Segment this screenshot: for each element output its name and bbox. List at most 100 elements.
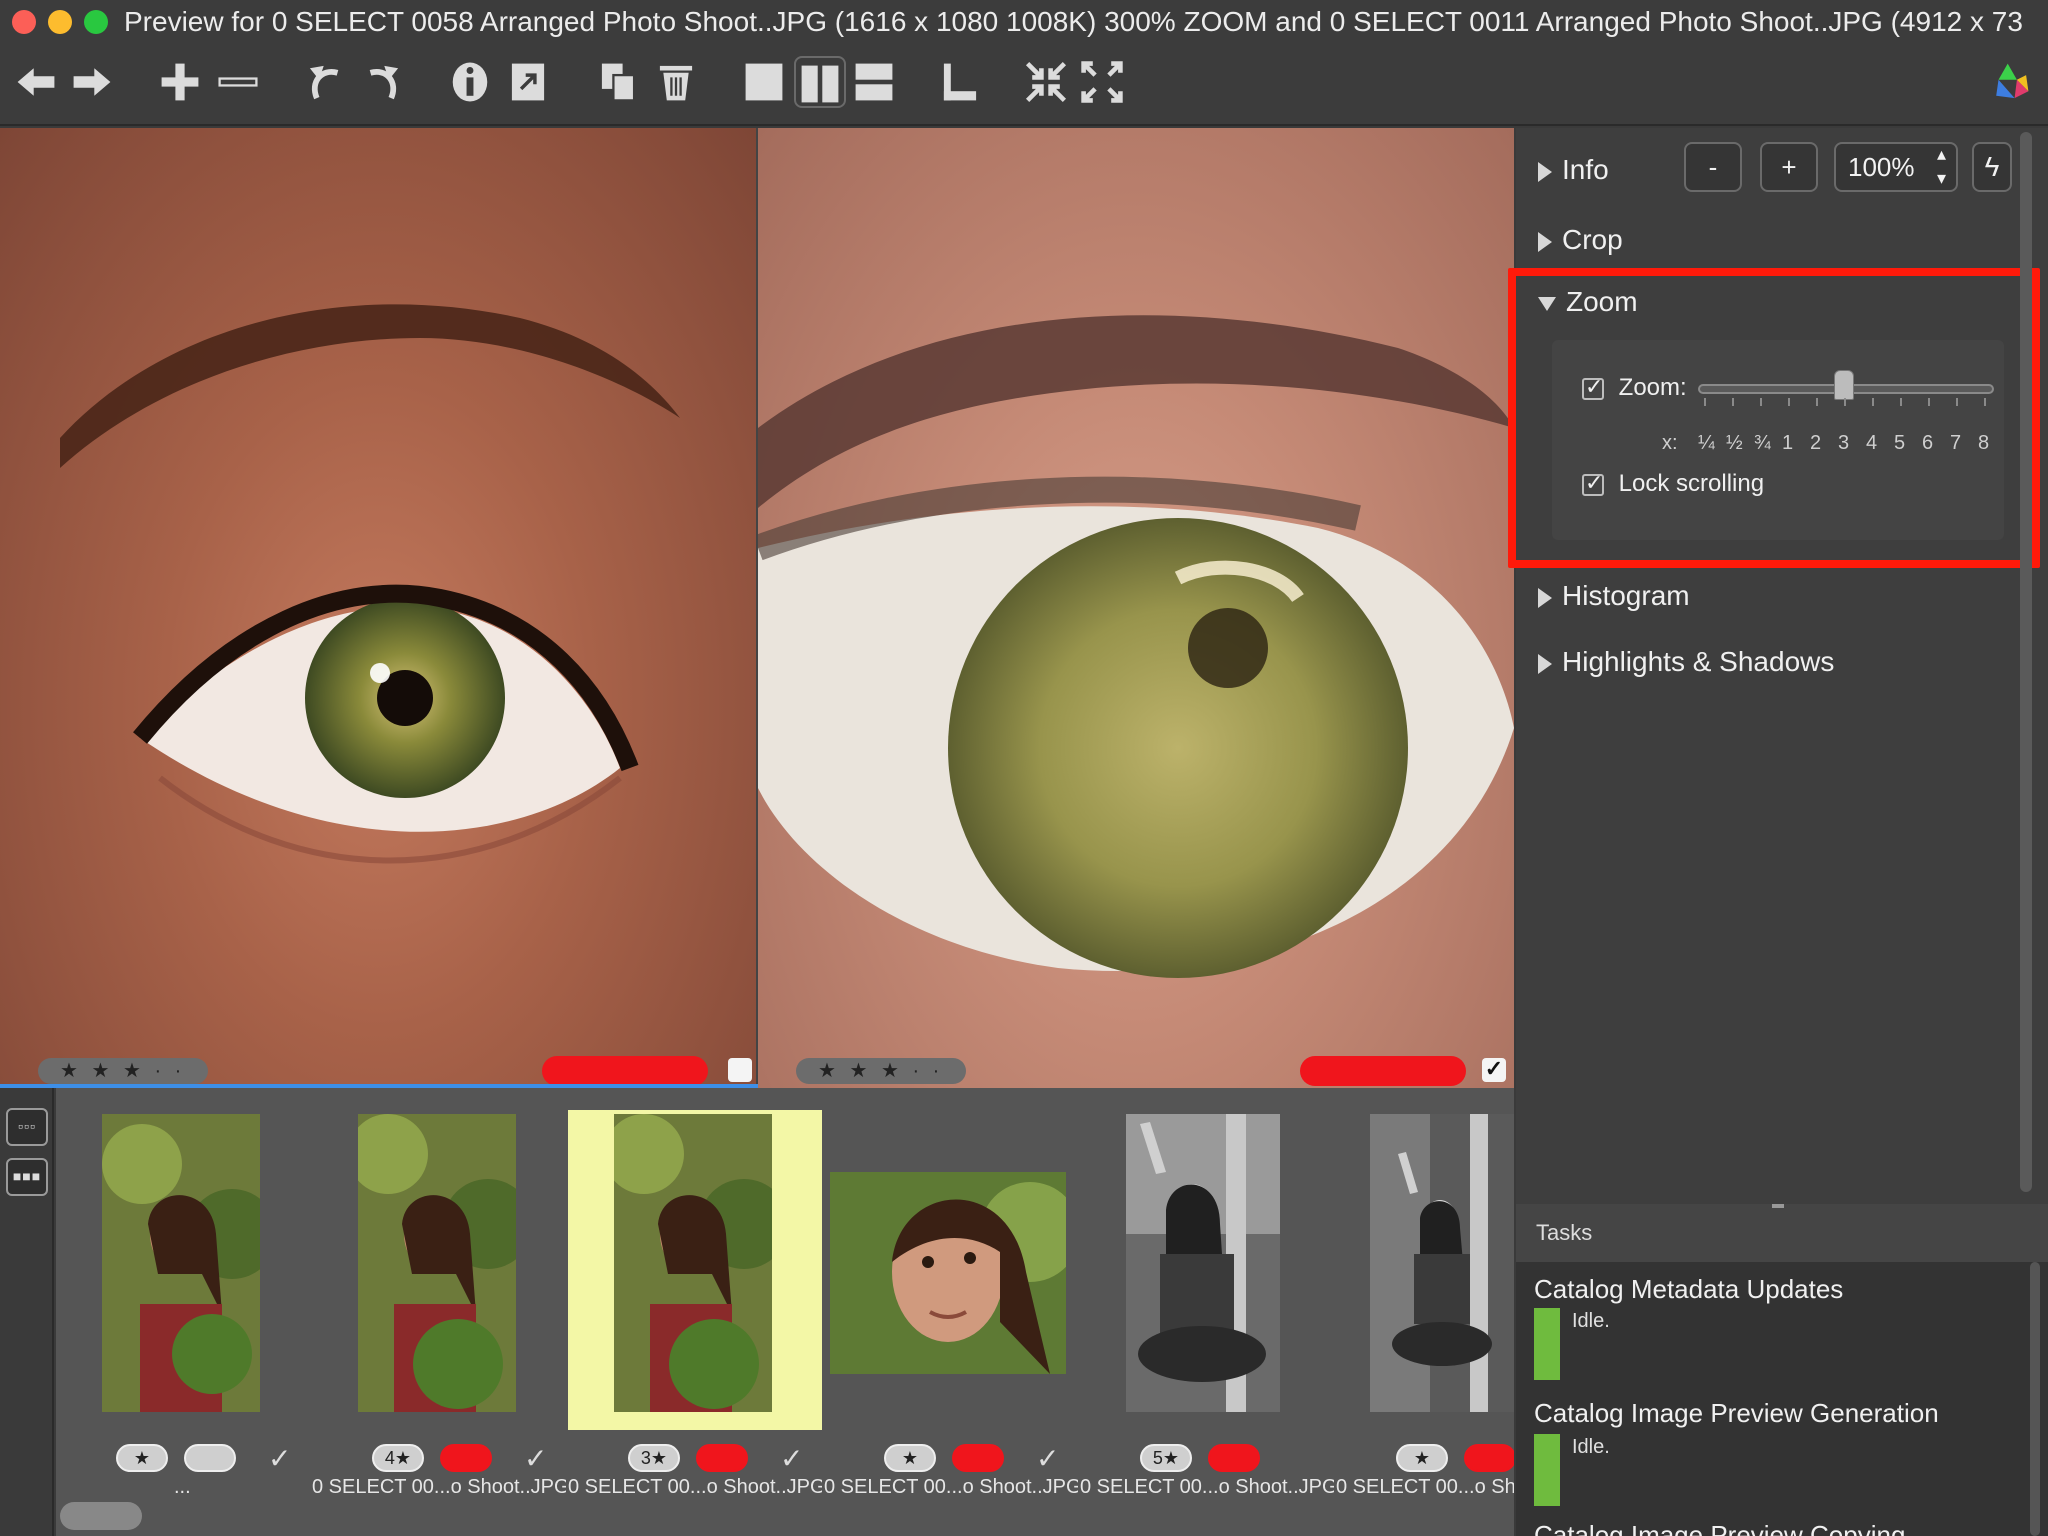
thumb-filename: 0 SELECT 00...o Shoot..JPG: [312, 1476, 566, 1498]
label-pill[interactable]: [440, 1444, 492, 1472]
thumbnail-image[interactable]: [830, 1172, 1066, 1374]
thumbnail-image[interactable]: [102, 1114, 260, 1412]
rating-pill[interactable]: 5★: [1140, 1444, 1192, 1472]
section-crop[interactable]: Crop: [1538, 224, 1623, 256]
label-pill[interactable]: [952, 1444, 1004, 1472]
back-arrow-icon[interactable]: [10, 56, 62, 108]
thumb-controls: ★ ✓: [824, 1438, 1078, 1478]
auto-enhance-button[interactable]: ϟ: [1972, 142, 2012, 192]
task-title: Catalog Metadata Updates: [1534, 1274, 1844, 1304]
section-highlights-shadows[interactable]: Highlights & Shadows: [1538, 646, 1834, 678]
preview-photo-left[interactable]: [0, 128, 756, 1088]
color-label-left[interactable]: [542, 1056, 708, 1086]
section-crop-label: Crop: [1562, 224, 1623, 255]
filmstrip-cell[interactable]: 4★ ✓ 0 SELECT 00...o Shoot..JPG: [312, 1100, 566, 1510]
filmstrip: ★ ✓ ... 4★ ✓ 0 SELECT 00...o Shoot..JPG: [56, 1088, 1514, 1536]
preview-right-bar: ★ ★ ★ · · ✓: [758, 1048, 1514, 1088]
toolbar: [0, 44, 2048, 126]
window-title: Preview for 0 SELECT 0058 Arranged Photo…: [124, 6, 2024, 37]
preview-photo-right[interactable]: [758, 128, 1514, 1088]
rating-stars-right[interactable]: ★ ★ ★ · ·: [796, 1058, 966, 1084]
filmstrip-cell-selected[interactable]: 3★ ✓ 0 SELECT 00...o Shoot..JPG: [568, 1100, 822, 1510]
rating-pill[interactable]: ★: [116, 1444, 168, 1472]
zoom-highlight-box: [1508, 268, 2040, 568]
thumbnail-image[interactable]: [1126, 1114, 1280, 1412]
selected-check-icon[interactable]: ✓: [524, 1442, 547, 1475]
app-logo-icon: [1984, 56, 2036, 108]
thumb-filename: 0 SELECT 00...o Shoot..JPG: [568, 1476, 822, 1498]
thumb-controls: 5★: [1080, 1438, 1334, 1478]
layout-icon[interactable]: [934, 56, 986, 108]
rotate-left-icon[interactable]: [300, 56, 352, 108]
strip-mode-button[interactable]: ■■■: [6, 1158, 48, 1196]
minus-icon[interactable]: [212, 56, 264, 108]
inspector-scrollbar[interactable]: [2020, 132, 2032, 1192]
label-pill[interactable]: [1464, 1444, 1514, 1472]
side-by-side-icon[interactable]: [794, 56, 846, 108]
rating-pill[interactable]: ★: [1396, 1444, 1448, 1472]
thumb-controls: 4★ ✓: [312, 1438, 566, 1478]
filmstrip-cell[interactable]: ★ 0 SELECT 00...o Sho: [1336, 1100, 1514, 1510]
minimize-window-button[interactable]: [48, 10, 72, 34]
label-pill[interactable]: [184, 1444, 236, 1472]
tasks-list: Catalog Metadata Updates Idle. Catalog I…: [1516, 1262, 2048, 1536]
thumb-controls: 3★ ✓: [568, 1438, 822, 1478]
trash-icon[interactable]: [650, 56, 702, 108]
label-pill[interactable]: [696, 1444, 748, 1472]
plus-icon[interactable]: [154, 56, 206, 108]
preview-area: ★ ★ ★ · · ★ ★ ★ · · ✓: [0, 128, 1514, 1088]
zoom-out-button[interactable]: -: [1684, 142, 1742, 192]
tasks-scrollbar[interactable]: [2030, 1262, 2040, 1536]
stacked-view-icon[interactable]: [848, 56, 900, 108]
task-title: Catalog Image Preview Generation: [1534, 1398, 1939, 1428]
section-histogram-label: Histogram: [1562, 580, 1690, 611]
thumb-filename: 0 SELECT 00...o Shoot..JPG: [824, 1476, 1078, 1498]
open-external-icon[interactable]: [502, 56, 554, 108]
zoom-level-value: 100%: [1848, 152, 1915, 182]
section-info-label: Info: [1562, 154, 1609, 185]
task-status: Idle.: [1572, 1436, 1610, 1458]
color-label-right[interactable]: [1300, 1056, 1466, 1086]
expand-icon[interactable]: [1076, 56, 1128, 108]
copy-icon[interactable]: [592, 56, 644, 108]
filmstrip-cell[interactable]: 5★ 0 SELECT 00...o Shoot..JPG: [1080, 1100, 1334, 1510]
section-info[interactable]: Info: [1538, 154, 1609, 186]
filmstrip-cell[interactable]: ★ ✓ ...: [56, 1100, 310, 1510]
zoom-in-button[interactable]: +: [1760, 142, 1818, 192]
grid-mode-button[interactable]: ▫▫▫: [6, 1108, 48, 1146]
eye-photo-right: [758, 315, 1514, 978]
select-checkbox-right[interactable]: ✓: [1482, 1058, 1506, 1082]
zoom-window-button[interactable]: [84, 10, 108, 34]
thumb-filename: 0 SELECT 00...o Shoot..JPG: [1080, 1476, 1334, 1498]
info-icon[interactable]: [444, 56, 496, 108]
thumb-controls: ★ ✓: [56, 1438, 310, 1478]
selected-check-icon[interactable]: ✓: [780, 1442, 803, 1475]
tasks-resize-handle[interactable]: [1772, 1204, 1784, 1208]
selected-check-icon[interactable]: ✓: [268, 1442, 291, 1475]
forward-arrow-icon[interactable]: [66, 56, 118, 108]
section-histogram[interactable]: Histogram: [1538, 580, 1690, 612]
rating-stars-left[interactable]: ★ ★ ★ · ·: [38, 1058, 208, 1084]
lightning-icon: ϟ: [1984, 151, 2000, 182]
label-pill[interactable]: [1208, 1444, 1260, 1472]
disclosure-right-icon: [1538, 161, 1552, 182]
close-window-button[interactable]: [12, 10, 36, 34]
rating-pill[interactable]: ★: [884, 1444, 936, 1472]
zoom-level-stepper[interactable]: 100% ▴ ▾: [1834, 142, 1958, 192]
eye-photo-left: [60, 304, 680, 864]
rotate-right-icon[interactable]: [356, 56, 408, 108]
shrink-icon[interactable]: [1020, 56, 1072, 108]
filmstrip-scrollbar-thumb[interactable]: [60, 1502, 142, 1530]
rating-pill[interactable]: 3★: [628, 1444, 680, 1472]
selected-check-icon[interactable]: ✓: [1036, 1442, 1059, 1475]
thumbnail-image[interactable]: [1370, 1114, 1514, 1412]
thumbnail-image[interactable]: [614, 1114, 772, 1412]
single-view-icon[interactable]: [738, 56, 790, 108]
preview-left-bar: ★ ★ ★ · ·: [0, 1048, 756, 1088]
thumbnail-image[interactable]: [358, 1114, 516, 1412]
tasks-header: Tasks: [1516, 1204, 2048, 1262]
filmstrip-cell[interactable]: ★ ✓ 0 SELECT 00...o Shoot..JPG: [824, 1100, 1078, 1510]
thumb-filename: 0 SELECT 00...o Sho: [1336, 1476, 1514, 1498]
select-checkbox-left[interactable]: [728, 1058, 752, 1082]
rating-pill[interactable]: 4★: [372, 1444, 424, 1472]
